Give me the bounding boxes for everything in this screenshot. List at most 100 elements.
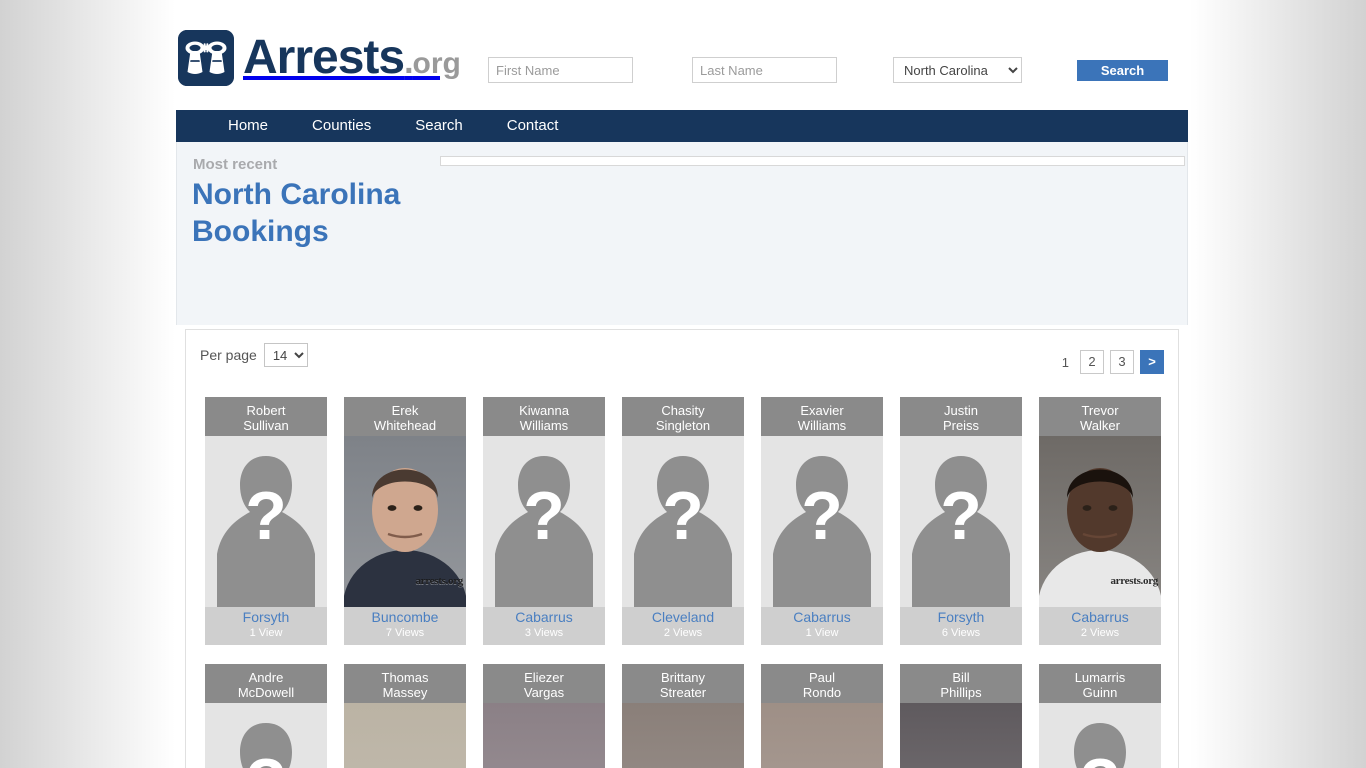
booking-card-name: Justin Preiss (900, 397, 1022, 436)
mugshot-placeholder-icon: ? (483, 436, 605, 607)
watermark: arrests.org (415, 575, 463, 587)
booking-card[interactable]: Kiwanna Williams ? Cabarrus 3 Views (483, 397, 605, 645)
pagination-next-button[interactable]: > (1140, 350, 1164, 374)
booking-card-name: Thomas Massey (344, 664, 466, 703)
mugshot-photo (483, 703, 605, 768)
booking-county-link[interactable]: Cabarrus (761, 608, 883, 626)
svg-text:?: ? (245, 745, 287, 768)
booking-card-footer: Cleveland 2 Views (622, 607, 744, 645)
nav-item-contact[interactable]: Contact (485, 110, 581, 142)
per-page-control: Per page 14 (200, 343, 308, 367)
booking-card-footer: Forsyth 1 View (205, 607, 327, 645)
booking-card[interactable]: Brittany Streater (622, 664, 744, 768)
nav-item-counties[interactable]: Counties (290, 110, 393, 142)
booking-card[interactable]: Robert Sullivan ? Forsyth 1 View (205, 397, 327, 645)
results-panel: Per page 14 1 2 3 > Robert Sullivan ? For… (185, 329, 1179, 768)
booking-last-name: Massey (382, 685, 428, 700)
booking-last-name: McDowell (237, 685, 295, 700)
booking-card-name: Trevor Walker (1039, 397, 1161, 436)
booking-view-count: 2 Views (1080, 627, 1120, 639)
booking-county-link[interactable]: Forsyth (900, 608, 1022, 626)
booking-card[interactable]: Bill Phillips (900, 664, 1022, 768)
booking-card-name: Lumarris Guinn (1039, 664, 1161, 703)
hero-eyebrow: Most recent (193, 156, 278, 173)
booking-card[interactable]: Justin Preiss ? Forsyth 6 Views (900, 397, 1022, 645)
booking-card[interactable]: AndreMcDowell ? (205, 664, 327, 768)
mugshot-placeholder-icon: ? (205, 703, 327, 768)
booking-card-name: Erek Whitehead (344, 397, 466, 436)
site-container: Arrests.org North Carolina Search Home C… (176, 0, 1188, 768)
booking-view-count: 2 Views (663, 627, 703, 639)
booking-first-name: Chasity (661, 403, 705, 418)
booking-last-name: Streater (659, 685, 707, 700)
booking-first-name: Trevor (1081, 403, 1119, 418)
pagination-current-page: 1 (1061, 354, 1069, 370)
booking-last-name: Vargas (523, 685, 565, 700)
last-name-input[interactable] (692, 57, 837, 83)
search-button[interactable]: Search (1077, 60, 1168, 81)
svg-text:?: ? (662, 478, 704, 554)
page-title-line1: North Carolina (192, 178, 401, 211)
booking-card-footer: Cabarrus 2 Views (1039, 607, 1161, 645)
booking-last-name: Rondo (802, 685, 842, 700)
booking-view-count: 3 Views (524, 627, 564, 639)
booking-card[interactable]: Chasity Singleton ? Cleveland 2 Views (622, 397, 744, 645)
booking-first-name: Andre (248, 670, 284, 685)
booking-card[interactable]: Trevor Walker arrests.org Cabarrus 2 Views (1039, 397, 1161, 645)
booking-card-footer: Cabarrus 1 View (761, 607, 883, 645)
booking-county-link[interactable]: Forsyth (205, 608, 327, 626)
booking-card-name: Brittany Streater (622, 664, 744, 703)
pagination-page-3[interactable]: 3 (1110, 350, 1134, 374)
watermark: arrests.org (1110, 575, 1158, 587)
main-navigation: Home Counties Search Contact (176, 110, 1188, 142)
booking-card-name: Paul Rondo (761, 664, 883, 703)
booking-county-link[interactable]: Cabarrus (483, 608, 605, 626)
booking-last-name: Williams (797, 418, 847, 433)
booking-county-link[interactable]: Buncombe (344, 608, 466, 626)
mugshot-placeholder-icon: ? (900, 436, 1022, 607)
booking-last-name: Guinn (1082, 685, 1118, 700)
booking-last-name: Whitehead (373, 418, 437, 433)
booking-first-name: Justin (944, 403, 978, 418)
mugshot-photo (900, 703, 1022, 768)
header-search-form: North Carolina Search (176, 0, 1188, 110)
booking-first-name: Thomas (381, 670, 429, 685)
booking-card-footer: Forsyth 6 Views (900, 607, 1022, 645)
booking-view-count: 1 View (249, 627, 283, 639)
booking-last-name: Singleton (655, 418, 711, 433)
booking-card[interactable]: Eliezer Vargas (483, 664, 605, 768)
hero-section: Most recent North Carolina Bookings (176, 142, 1188, 325)
booking-last-name: Walker (1080, 418, 1120, 433)
booking-county-link[interactable]: Cabarrus (1039, 608, 1161, 626)
booking-first-name: Erek (391, 403, 419, 418)
state-select[interactable]: North Carolina (893, 57, 1022, 83)
booking-first-name: Bill (952, 670, 970, 685)
mugshot-placeholder-icon: ? (622, 436, 744, 607)
first-name-input[interactable] (488, 57, 633, 83)
booking-card[interactable]: Erek Whitehead arrests.org Buncombe 7 Views (344, 397, 466, 645)
booking-view-count: 7 Views (385, 627, 425, 639)
svg-text:?: ? (801, 478, 843, 554)
booking-card-footer: Cabarrus 3 Views (483, 607, 605, 645)
nav-item-home[interactable]: Home (206, 110, 290, 142)
booking-card-name: Chasity Singleton (622, 397, 744, 436)
booking-county-link[interactable]: Cleveland (622, 608, 744, 626)
results-toolbar: Per page 14 1 2 3 > (186, 330, 1178, 380)
booking-card-name: Exavier Williams (761, 397, 883, 436)
mugshot-placeholder-icon: ? (205, 436, 327, 607)
booking-card-name: Bill Phillips (900, 664, 1022, 703)
mugshot-photo (761, 703, 883, 768)
page-title-line2: Bookings (192, 214, 329, 248)
booking-first-name: Paul (808, 670, 836, 685)
booking-card[interactable]: Exavier Williams ? Cabarrus 1 View (761, 397, 883, 645)
booking-card[interactable]: Paul Rondo (761, 664, 883, 768)
booking-card[interactable]: Thomas Massey (344, 664, 466, 768)
nav-item-search[interactable]: Search (393, 110, 485, 142)
mugshot-photo (622, 703, 744, 768)
pagination-page-2[interactable]: 2 (1080, 350, 1104, 374)
booking-card[interactable]: LumarrisGuinn ? (1039, 664, 1161, 768)
booking-first-name: Brittany (660, 670, 706, 685)
advertisement-slot (440, 156, 1185, 166)
page-title: North Carolina Bookings (192, 177, 400, 250)
per-page-select[interactable]: 14 (263, 343, 308, 367)
